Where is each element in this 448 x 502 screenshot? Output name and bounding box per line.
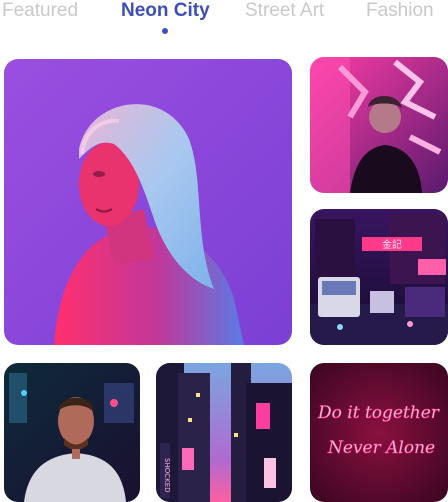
gallery-image-neon-street[interactable]: 金記	[310, 209, 448, 345]
neon-skyline-illustration: SHOCKED	[156, 363, 292, 502]
city-sign-text: SHOCKED	[163, 458, 171, 493]
neon-wings-illustration	[310, 57, 448, 193]
tab-featured[interactable]: Featured	[2, 0, 78, 24]
tab-street-art[interactable]: Street Art	[245, 0, 324, 24]
tab-fashion[interactable]: Fashion	[366, 0, 434, 24]
street-sign-text: 金記	[382, 238, 402, 251]
gallery-image-neon-skyline[interactable]: SHOCKED	[156, 363, 292, 502]
neon-sign-line-1: Do it together	[317, 403, 440, 423]
neon-sign-illustration: Do it together Never Alone	[310, 363, 448, 502]
gallery-image-neon-man[interactable]	[4, 363, 140, 502]
tab-neon-city[interactable]: Neon City	[121, 0, 210, 24]
category-tabs: Featured Neon City Street Art Fashion	[0, 0, 448, 44]
active-tab-indicator	[162, 28, 168, 34]
gallery-image-neon-sign[interactable]: Do it together Never Alone	[310, 363, 448, 502]
neon-sign-line-2: Never Alone	[327, 438, 435, 458]
gallery-image-neon-portrait[interactable]	[4, 59, 292, 345]
neon-man-illustration	[4, 363, 140, 502]
neon-street-illustration: 金記	[310, 209, 448, 345]
gallery-image-neon-wings[interactable]	[310, 57, 448, 193]
neon-portrait-illustration	[4, 59, 292, 345]
